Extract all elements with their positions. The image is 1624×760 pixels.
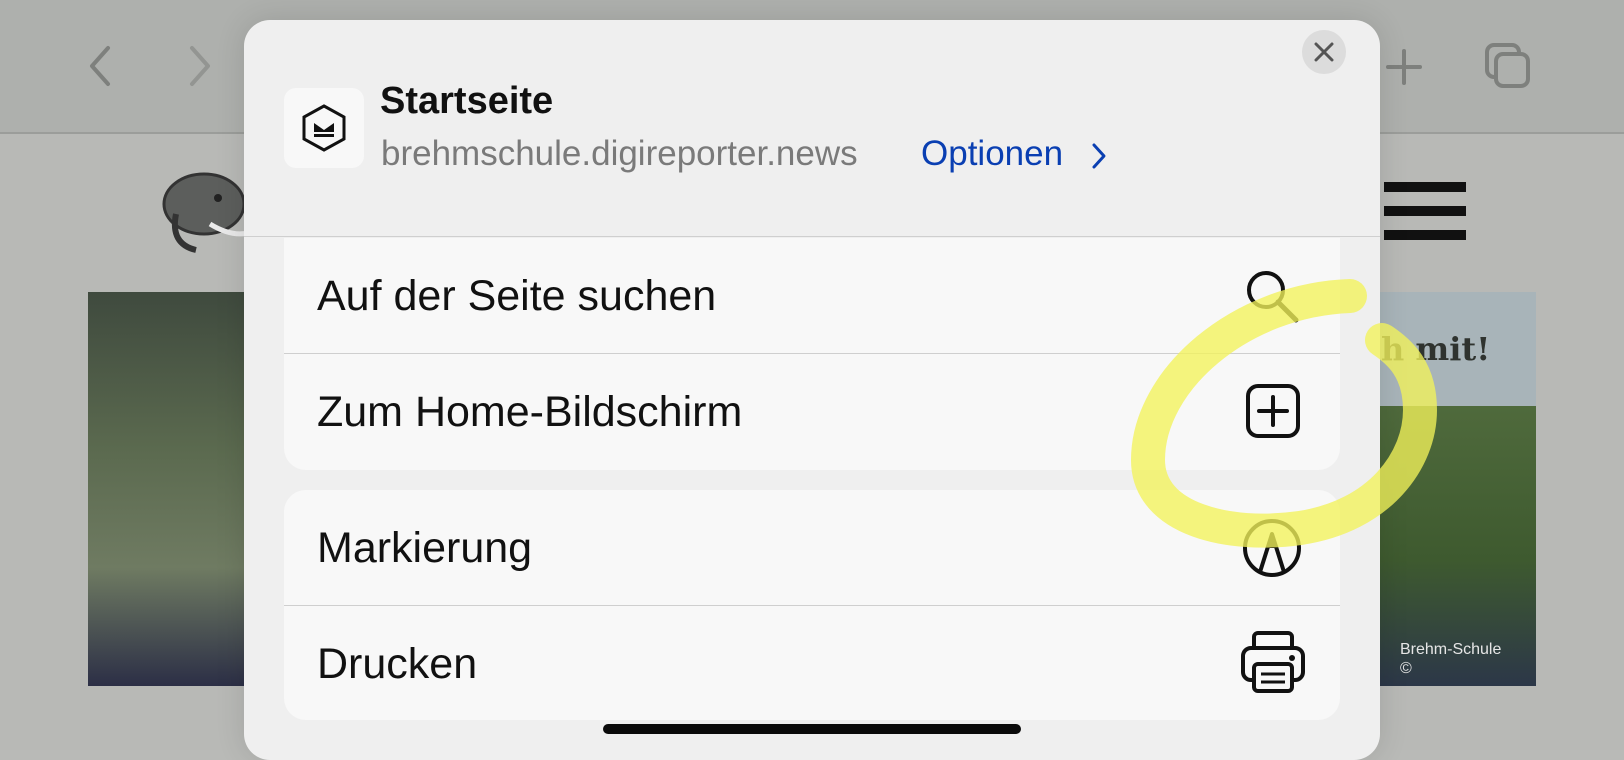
action-label: Zum Home-Bildschirm: [317, 388, 743, 436]
sheet-divider: [244, 236, 1380, 237]
site-icon: [284, 88, 364, 168]
action-label: Auf der Seite suchen: [317, 272, 717, 320]
site-url: brehmschule.digireporter.news: [381, 134, 858, 173]
chevron-left-icon[interactable]: [86, 44, 114, 88]
yellow-highlight-circle: [1120, 270, 1440, 575]
action-label: Markierung: [317, 524, 533, 572]
site-title: Startseite: [380, 80, 554, 122]
home-indicator: [603, 724, 1021, 734]
hero-image-left: [88, 292, 258, 686]
action-label: Drucken: [317, 640, 478, 688]
hamburger-icon[interactable]: [1384, 182, 1466, 245]
close-button[interactable]: [1302, 30, 1346, 74]
options-link[interactable]: Optionen: [921, 134, 1063, 174]
hero-credit: Brehm-Schule ©: [1400, 641, 1502, 677]
tabs-icon[interactable]: [1484, 42, 1532, 90]
action-print[interactable]: Drucken: [284, 606, 1340, 721]
hexagon-logo-icon: [302, 104, 346, 152]
chevron-right-icon[interactable]: [186, 44, 214, 88]
chevron-right-icon[interactable]: [1090, 142, 1108, 175]
plus-icon[interactable]: [1385, 48, 1423, 86]
printer-icon: [1240, 630, 1306, 699]
close-icon: [1314, 42, 1334, 62]
